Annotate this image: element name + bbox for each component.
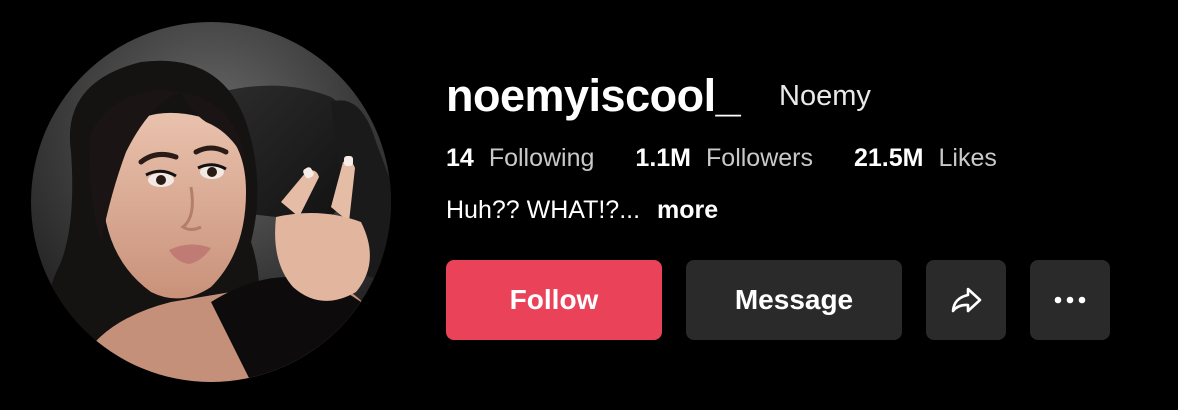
share-arrow-icon xyxy=(947,281,985,319)
stat-following-label: Following xyxy=(488,144,595,172)
follow-button[interactable]: Follow xyxy=(446,260,662,340)
stat-followers-count: 1.1M xyxy=(635,144,692,172)
profile-avatar[interactable] xyxy=(31,22,391,382)
more-options-button[interactable] xyxy=(1030,260,1110,340)
more-horizontal-icon xyxy=(1053,295,1087,305)
stat-followers-label: Followers xyxy=(706,144,813,172)
stat-following[interactable]: 14 Following xyxy=(446,142,594,174)
stat-likes: 21.5M Likes xyxy=(854,142,997,174)
profile-bio: Huh?? WHAT!?... more xyxy=(446,194,718,226)
profile-stats: 14 Following 1.1M Followers 21.5M Likes xyxy=(446,142,997,174)
avatar-photo xyxy=(31,22,391,382)
stat-likes-count: 21.5M xyxy=(854,144,924,172)
message-button-label: Message xyxy=(734,284,854,315)
bio-text: Huh?? WHAT!?... xyxy=(446,196,641,224)
follow-button-label: Follow xyxy=(509,284,599,315)
profile-username: noemyiscool_ xyxy=(446,70,741,121)
bio-more-link[interactable]: more xyxy=(657,194,718,226)
stat-likes-label: Likes xyxy=(938,144,997,172)
message-button[interactable]: Message xyxy=(686,260,902,340)
stat-following-count: 14 xyxy=(446,144,474,172)
share-button[interactable] xyxy=(926,260,1006,340)
profile-display-name: Noemy xyxy=(779,80,871,112)
stat-followers[interactable]: 1.1M Followers xyxy=(635,142,813,174)
